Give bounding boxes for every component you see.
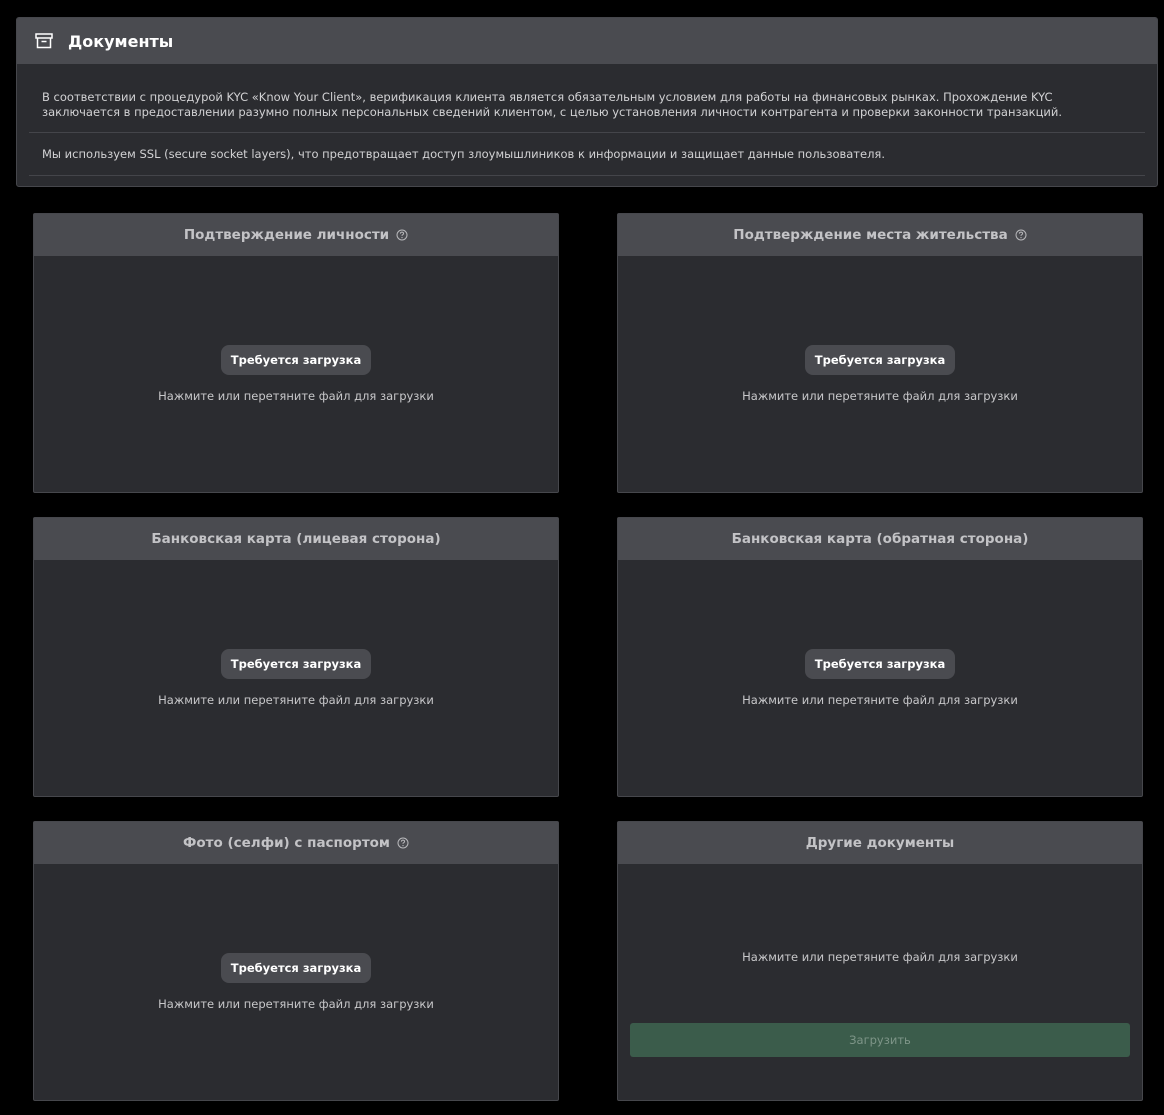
- card-header: Другие документы: [618, 822, 1142, 864]
- kyc-info-text: В соответствии с процедурой KYC «Know Yo…: [29, 64, 1145, 133]
- upload-required-button[interactable]: Требуется загрузка: [805, 649, 955, 679]
- card-title: Банковская карта (лицевая сторона): [151, 531, 441, 547]
- upload-required-button[interactable]: Требуется загрузка: [221, 649, 371, 679]
- upload-dropzone[interactable]: Нажмите или перетяните файл для загрузки: [618, 864, 1142, 1100]
- residence-card[interactable]: Подтверждение места жительства Требуется…: [617, 213, 1143, 493]
- card-header: Подтверждение личности: [34, 214, 558, 256]
- ssl-info-text: Мы используем SSL (secure socket layers)…: [29, 133, 1145, 176]
- card-header: Подтверждение места жительства: [618, 214, 1142, 256]
- card-title: Другие документы: [805, 835, 955, 851]
- upload-hint: Нажмите или перетяните файл для загрузки: [742, 693, 1018, 707]
- bank-card-back-card[interactable]: Банковская карта (обратная сторона) Треб…: [617, 517, 1143, 797]
- card-header: Банковская карта (лицевая сторона): [34, 518, 558, 560]
- upload-dropzone[interactable]: Требуется загрузка Нажмите или перетянит…: [34, 560, 558, 796]
- submit-upload-button[interactable]: Загрузить: [630, 1023, 1130, 1057]
- documents-title: Документы: [68, 31, 174, 51]
- upload-required-button[interactable]: Требуется загрузка: [221, 345, 371, 375]
- question-circle-icon[interactable]: [397, 837, 409, 849]
- card-title: Подтверждение личности: [183, 227, 390, 243]
- upload-hint: Нажмите или перетяните файл для загрузки: [158, 997, 434, 1011]
- upload-dropzone[interactable]: Требуется загрузка Нажмите или перетянит…: [618, 256, 1142, 492]
- upload-hint: Нажмите или перетяните файл для загрузки: [742, 389, 1018, 403]
- upload-hint: Нажмите или перетяните файл для загрузки: [742, 950, 1018, 964]
- card-title: Фото (селфи) с паспортом: [183, 835, 390, 851]
- selfie-card[interactable]: Фото (селфи) с паспортом Требуется загру…: [33, 821, 559, 1101]
- question-circle-icon[interactable]: [1015, 229, 1027, 241]
- documents-header: Документы: [17, 18, 1157, 64]
- question-circle-icon[interactable]: [396, 229, 408, 241]
- card-header: Банковская карта (обратная сторона): [618, 518, 1142, 560]
- bank-card-front-card[interactable]: Банковская карта (лицевая сторона) Требу…: [33, 517, 559, 797]
- upload-dropzone[interactable]: Требуется загрузка Нажмите или перетянит…: [618, 560, 1142, 796]
- upload-hint: Нажмите или перетяните файл для загрузки: [158, 693, 434, 707]
- documents-panel: Документы В соответствии с процедурой KY…: [16, 17, 1158, 187]
- upload-dropzone[interactable]: Требуется загрузка Нажмите или перетянит…: [34, 864, 558, 1100]
- card-title: Подтверждение места жительства: [733, 227, 1008, 243]
- archive-icon: [35, 33, 53, 49]
- identity-card[interactable]: Подтверждение личности Требуется загрузк…: [33, 213, 559, 493]
- card-header: Фото (селфи) с паспортом: [34, 822, 558, 864]
- upload-dropzone[interactable]: Требуется загрузка Нажмите или перетянит…: [34, 256, 558, 492]
- upload-required-button[interactable]: Требуется загрузка: [221, 953, 371, 983]
- upload-required-button[interactable]: Требуется загрузка: [805, 345, 955, 375]
- other-documents-card[interactable]: Другие документы Нажмите или перетяните …: [617, 821, 1143, 1101]
- card-title: Банковская карта (обратная сторона): [731, 531, 1029, 547]
- upload-hint: Нажмите или перетяните файл для загрузки: [158, 389, 434, 403]
